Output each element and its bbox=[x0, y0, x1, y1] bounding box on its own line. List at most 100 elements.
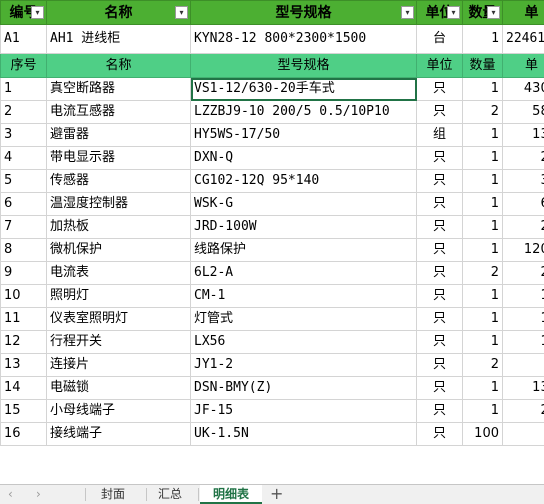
cell-spec[interactable]: VS1-12/630-20手车式 bbox=[190, 77, 417, 101]
header-cell[interactable]: 编号 ▾ bbox=[0, 0, 47, 25]
cell-price[interactable]: 20 bbox=[502, 146, 544, 170]
next-sheet-icon[interactable]: › bbox=[36, 487, 41, 501]
cell-qty[interactable]: 1 bbox=[462, 330, 503, 354]
cell-qty[interactable]: 1 bbox=[462, 376, 503, 400]
cell-name[interactable]: 行程开关 bbox=[46, 330, 191, 354]
cell-index[interactable]: 13 bbox=[0, 353, 47, 377]
cell-index[interactable]: 2 bbox=[0, 100, 47, 124]
header-cell[interactable]: 名称 bbox=[46, 53, 191, 78]
cell-unit[interactable]: 只 bbox=[416, 77, 463, 101]
cell-unit[interactable]: 只 bbox=[416, 100, 463, 124]
cell-qty[interactable]: 1 bbox=[462, 123, 503, 147]
cell-spec[interactable]: LX56 bbox=[190, 330, 417, 354]
cell-index[interactable]: 11 bbox=[0, 307, 47, 331]
cell-name[interactable]: 连接片 bbox=[46, 353, 191, 377]
header-cell[interactable]: 序号 bbox=[0, 53, 47, 78]
cell-price[interactable]: 15 bbox=[502, 307, 544, 331]
cell-name[interactable]: 接线端子 bbox=[46, 422, 191, 446]
cell-price[interactable]: 20 bbox=[502, 215, 544, 239]
cell-unit[interactable]: 只 bbox=[416, 261, 463, 285]
header-cell[interactable]: 数量 bbox=[462, 53, 503, 78]
cell-name[interactable]: 避雷器 bbox=[46, 123, 191, 147]
cell-price[interactable]: 22461 bbox=[502, 24, 544, 54]
cell-name[interactable]: 微机保护 bbox=[46, 238, 191, 262]
cell-spec[interactable]: KYN28-12 800*2300*1500 bbox=[190, 24, 417, 54]
cell-price[interactable]: 130 bbox=[502, 123, 544, 147]
cell-spec[interactable]: CM-1 bbox=[190, 284, 417, 308]
cell-index[interactable]: 8 bbox=[0, 238, 47, 262]
cell-price[interactable]: 10 bbox=[502, 330, 544, 354]
cell-name[interactable]: 仪表室照明灯 bbox=[46, 307, 191, 331]
cell-qty[interactable]: 1 bbox=[462, 238, 503, 262]
cell-index[interactable]: 12 bbox=[0, 330, 47, 354]
cell-name[interactable]: 电流表 bbox=[46, 261, 191, 285]
tab-summary[interactable]: 汇总 bbox=[150, 485, 190, 504]
cell-index[interactable]: 3 bbox=[0, 123, 47, 147]
cell-spec[interactable]: JF-15 bbox=[190, 399, 417, 423]
filter-dropdown-icon[interactable]: ▾ bbox=[31, 6, 44, 19]
cell-price[interactable]: 25 bbox=[502, 399, 544, 423]
cell-price[interactable]: 1 bbox=[502, 422, 544, 446]
cell-unit[interactable]: 只 bbox=[416, 399, 463, 423]
cell-spec[interactable]: 6L2-A bbox=[190, 261, 417, 285]
cell-qty[interactable]: 1 bbox=[462, 146, 503, 170]
header-cell[interactable]: 型号规格 ▾ bbox=[190, 0, 417, 25]
cell-index[interactable]: 16 bbox=[0, 422, 47, 446]
cell-qty[interactable]: 1 bbox=[462, 307, 503, 331]
cell-qty[interactable]: 1 bbox=[462, 77, 503, 101]
header-cell[interactable]: 数量 ▾ bbox=[462, 0, 503, 25]
add-sheet-icon[interactable]: + bbox=[270, 484, 283, 503]
cell-index[interactable]: 15 bbox=[0, 399, 47, 423]
cell-index[interactable]: 4 bbox=[0, 146, 47, 170]
filter-dropdown-icon[interactable]: ▾ bbox=[487, 6, 500, 19]
cell-spec[interactable]: LZZBJ9-10 200/5 0.5/10P10 bbox=[190, 100, 417, 124]
tab-detail[interactable]: 明细表 bbox=[200, 485, 262, 504]
cell-price[interactable]: 65 bbox=[502, 192, 544, 216]
header-cell[interactable]: 单 bbox=[502, 53, 544, 78]
cell-spec[interactable]: WSK-G bbox=[190, 192, 417, 216]
cell-unit[interactable]: 只 bbox=[416, 215, 463, 239]
cell-spec[interactable]: JY1-2 bbox=[190, 353, 417, 377]
header-cell[interactable]: 名称 ▾ bbox=[46, 0, 191, 25]
cell-price[interactable]: 580 bbox=[502, 100, 544, 124]
tab-cover[interactable]: 封面 bbox=[90, 485, 136, 504]
cell-qty[interactable]: 1 bbox=[462, 169, 503, 193]
cell-unit[interactable]: 只 bbox=[416, 353, 463, 377]
cell-index[interactable]: 14 bbox=[0, 376, 47, 400]
cell-unit[interactable]: 只 bbox=[416, 169, 463, 193]
cell-unit[interactable]: 只 bbox=[416, 307, 463, 331]
cell-price[interactable]: 1200 bbox=[502, 238, 544, 262]
cell-name[interactable]: 电磁锁 bbox=[46, 376, 191, 400]
cell-qty[interactable]: 1 bbox=[462, 215, 503, 239]
cell-index[interactable]: 7 bbox=[0, 215, 47, 239]
cell-spec[interactable]: DXN-Q bbox=[190, 146, 417, 170]
prev-sheet-icon[interactable]: ‹ bbox=[8, 487, 13, 501]
cell-name[interactable]: 加热板 bbox=[46, 215, 191, 239]
header-cell[interactable]: 单位 ▾ bbox=[416, 0, 463, 25]
cell-spec[interactable]: DSN-BMY(Z) bbox=[190, 376, 417, 400]
cell-unit[interactable]: 只 bbox=[416, 376, 463, 400]
cell-price[interactable]: 30 bbox=[502, 169, 544, 193]
cell-name[interactable]: AH1 进线柜 bbox=[46, 24, 191, 54]
filter-dropdown-icon[interactable]: ▾ bbox=[447, 6, 460, 19]
cell-unit[interactable]: 只 bbox=[416, 146, 463, 170]
cell-name[interactable]: 真空断路器 bbox=[46, 77, 191, 101]
filter-dropdown-icon[interactable]: ▾ bbox=[175, 6, 188, 19]
cell-unit[interactable]: 组 bbox=[416, 123, 463, 147]
cell-price[interactable]: 20 bbox=[502, 261, 544, 285]
cell-code[interactable]: A1 bbox=[0, 24, 47, 54]
cell-name[interactable]: 传感器 bbox=[46, 169, 191, 193]
filter-dropdown-icon[interactable]: ▾ bbox=[401, 6, 414, 19]
cell-qty[interactable]: 2 bbox=[462, 100, 503, 124]
cell-spec[interactable]: HY5WS-17/50 bbox=[190, 123, 417, 147]
cell-spec[interactable]: 灯管式 bbox=[190, 307, 417, 331]
cell-name[interactable]: 照明灯 bbox=[46, 284, 191, 308]
header-cell[interactable]: 单位 bbox=[416, 53, 463, 78]
cell-unit[interactable]: 只 bbox=[416, 422, 463, 446]
cell-qty[interactable]: 2 bbox=[462, 261, 503, 285]
cell-qty[interactable]: 2 bbox=[462, 353, 503, 377]
cell-qty[interactable]: 1 bbox=[462, 399, 503, 423]
cell-spec[interactable]: JRD-100W bbox=[190, 215, 417, 239]
cell-name[interactable]: 温湿度控制器 bbox=[46, 192, 191, 216]
cell-price[interactable]: 130 bbox=[502, 376, 544, 400]
